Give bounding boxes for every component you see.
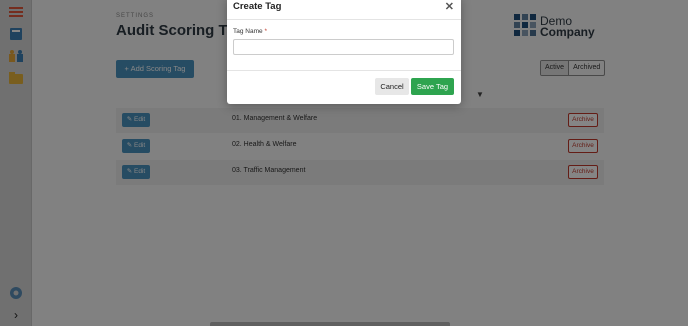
tag-name-label-text: Tag Name (233, 28, 263, 35)
modal-title: Create Tag (233, 1, 282, 12)
cancel-button[interactable]: Cancel (375, 78, 409, 95)
create-tag-dialog: Create Tag ✕ Tag Name * Cancel Save Tag (227, 0, 461, 104)
required-mark: * (264, 28, 267, 35)
bottom-shadow (210, 322, 450, 326)
tag-name-input[interactable] (233, 39, 454, 55)
modal-header: Create Tag ✕ (227, 0, 461, 20)
save-tag-button[interactable]: Save Tag (411, 78, 454, 95)
close-icon[interactable]: ✕ (445, 0, 454, 13)
modal-divider (227, 70, 461, 71)
tag-name-label: Tag Name * (233, 28, 267, 35)
